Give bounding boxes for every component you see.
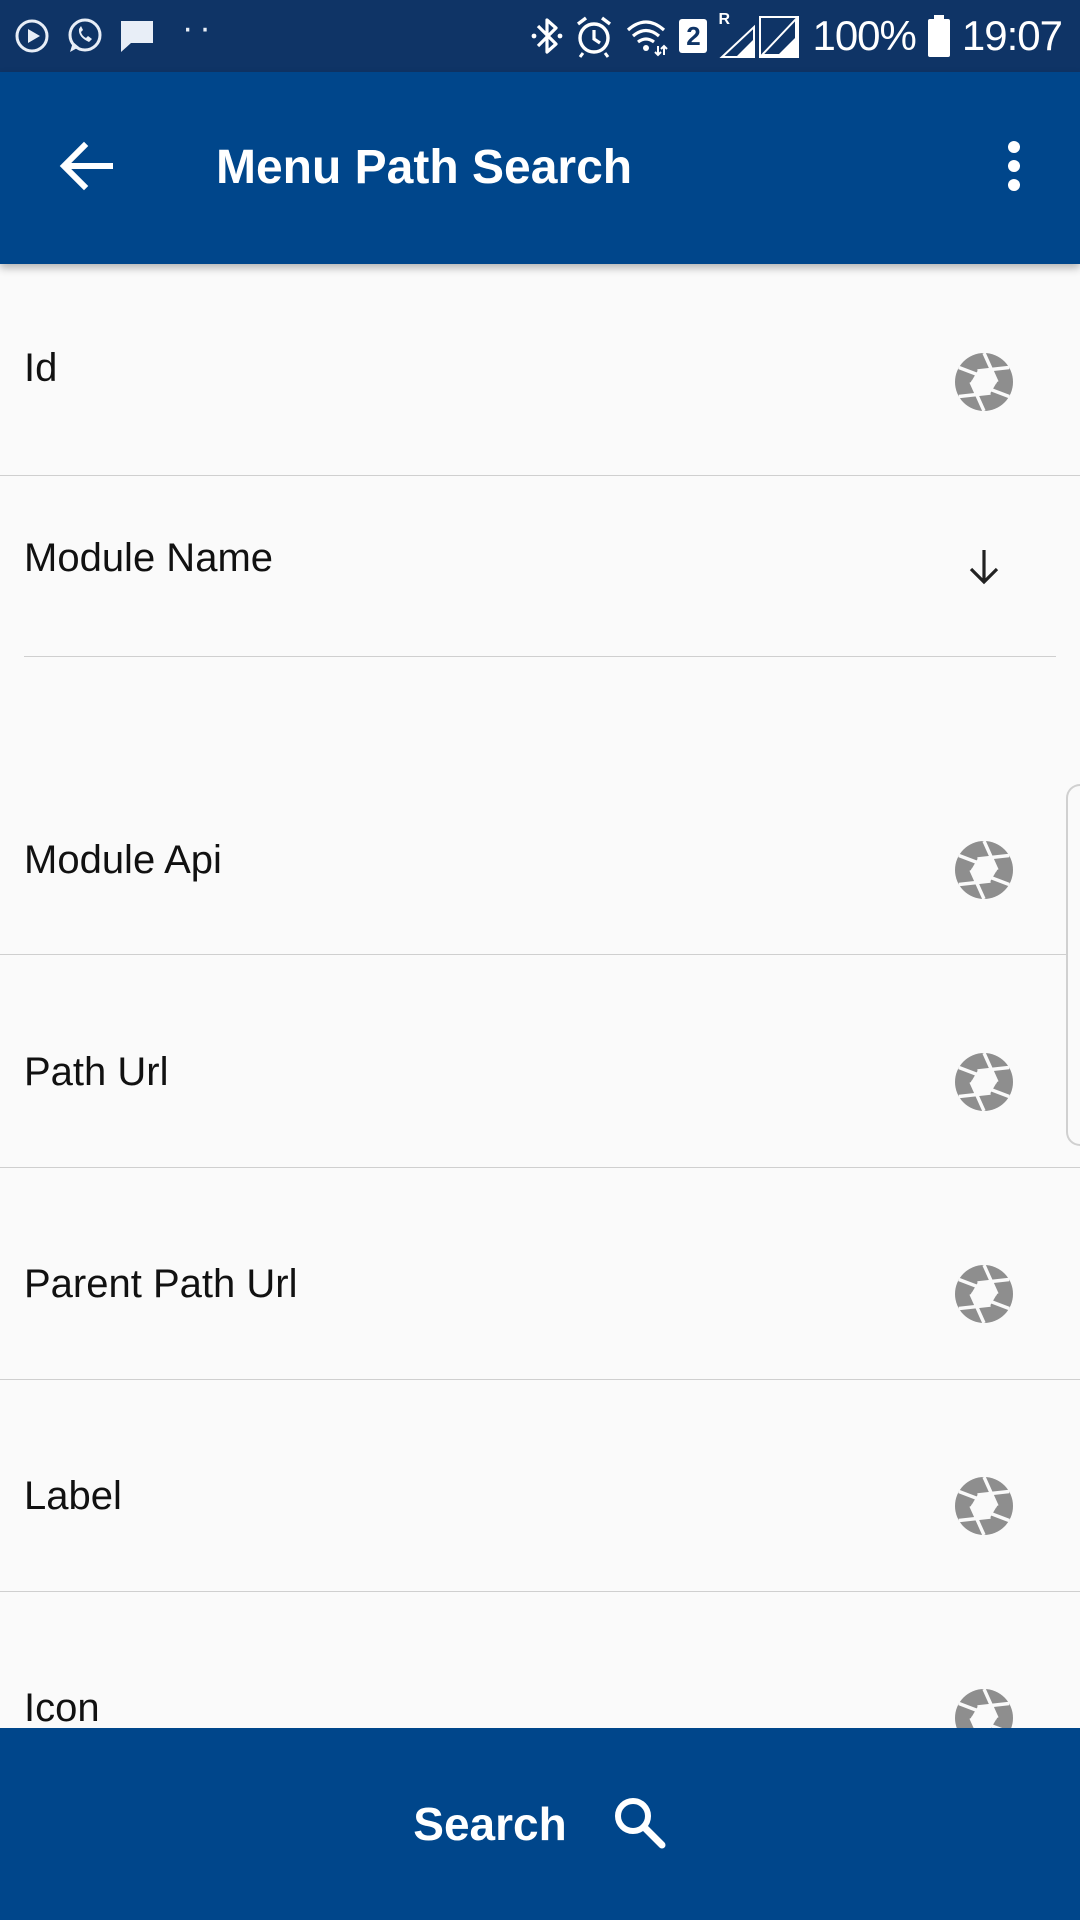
- play-circle-icon: [14, 18, 50, 54]
- field-id[interactable]: Id: [0, 264, 1080, 476]
- field-icon-input[interactable]: Icon: [0, 1592, 1080, 1728]
- arrow-back-icon: [58, 140, 114, 197]
- status-indicators: 2 R 100% 19:07: [530, 10, 1063, 62]
- battery-percent: 100%: [812, 12, 916, 59]
- whatsapp-icon: [64, 16, 104, 56]
- status-dots: ··: [182, 9, 217, 47]
- field-parent-path-url[interactable]: Parent Path Url: [0, 1168, 1080, 1380]
- field-label-input[interactable]: Label: [0, 1380, 1080, 1592]
- field-label: Module Api: [24, 838, 222, 882]
- field-label: Path Url: [24, 1050, 169, 1094]
- alarm-icon: [574, 14, 614, 58]
- status-notifications: ··: [14, 9, 217, 58]
- more-vert-icon: [1007, 140, 1021, 196]
- app-bar: Menu Path Search: [0, 72, 1080, 264]
- back-button[interactable]: [38, 120, 134, 216]
- arrow-down-icon[interactable]: [954, 536, 1014, 596]
- dropdown-underline: [24, 656, 1056, 657]
- field-label: Parent Path Url: [24, 1262, 298, 1306]
- screen: ·· 2 R 100% 19:07 Menu Path Search Id Mo…: [0, 0, 1080, 1920]
- bluetooth-icon: [530, 14, 564, 58]
- field-label: Id: [24, 346, 58, 390]
- aperture-icon[interactable]: [954, 1476, 1014, 1536]
- field-path-url[interactable]: Path Url: [0, 956, 1080, 1168]
- edge-panel-handle[interactable]: [1066, 784, 1080, 1146]
- aperture-icon[interactable]: [954, 840, 1014, 900]
- field-label: Module Name: [24, 536, 274, 580]
- search-icon: [611, 1794, 667, 1855]
- aperture-icon[interactable]: [954, 352, 1014, 412]
- battery-icon: [926, 14, 952, 58]
- sim-badge-number: 2: [686, 21, 701, 51]
- clock: 19:07: [961, 12, 1063, 59]
- wifi-icon: [624, 14, 669, 58]
- search-button[interactable]: Search: [0, 1728, 1080, 1920]
- overflow-menu-button[interactable]: [966, 120, 1062, 216]
- field-label: Label: [24, 1474, 122, 1518]
- page-title: Menu Path Search: [216, 141, 633, 194]
- message-icon: [118, 17, 156, 55]
- search-button-label: Search: [413, 1798, 567, 1850]
- status-bar: ·· 2 R 100% 19:07: [0, 0, 1080, 72]
- sim-badge: 2: [678, 18, 708, 54]
- aperture-icon[interactable]: [954, 1264, 1014, 1324]
- field-label: Icon: [24, 1686, 100, 1730]
- field-module-api[interactable]: Module Api: [0, 720, 1080, 955]
- signal-icon: R: [718, 11, 802, 59]
- aperture-icon[interactable]: [954, 1052, 1014, 1112]
